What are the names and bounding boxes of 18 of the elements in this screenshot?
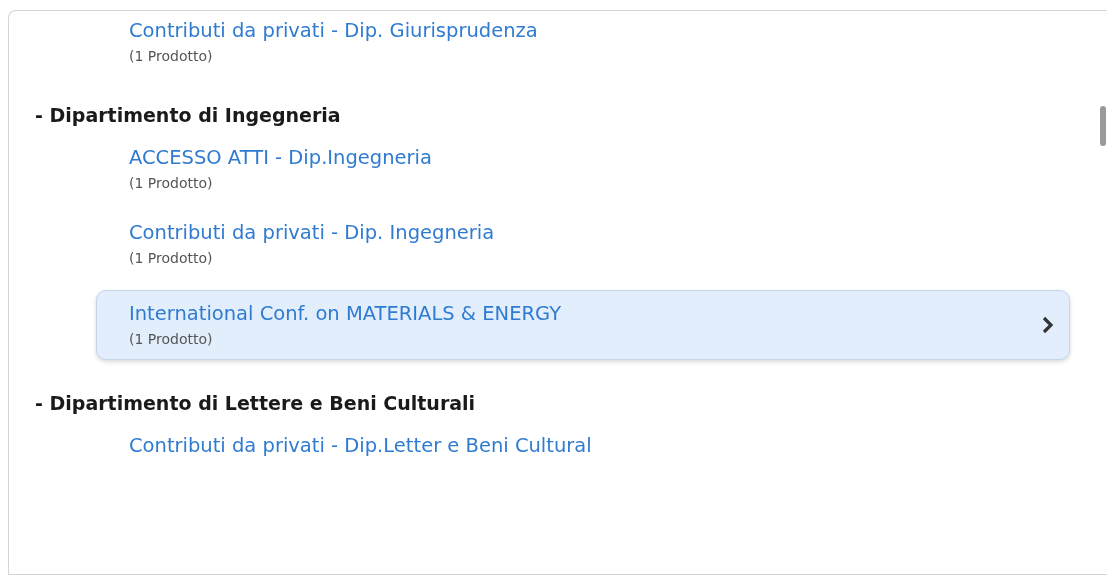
chevron-right-icon xyxy=(1041,316,1055,334)
item-title: International Conf. on MATERIALS & ENERGY xyxy=(129,301,562,327)
product-count: (1 Prodotto) xyxy=(129,47,214,66)
item-title: Contributi da privati - Dip. Giurisprudenza xyxy=(129,18,538,44)
list-item[interactable]: Contributi da privati - Dip. Ingegneria (1 Prodotto) xyxy=(96,215,1070,274)
list-item[interactable]: International Conf. on MATERIALS & ENERGY (1 Prodotto) xyxy=(96,290,1070,360)
list-item[interactable]: Contributi da privati - Dip. Giurisprudenza (1 Prodotto) xyxy=(96,13,1070,72)
product-count: (1 Prodotto) xyxy=(129,174,214,193)
scrollbar-thumb[interactable] xyxy=(1100,106,1106,146)
item-title: ACCESSO ATTI - Dip.Ingegneria xyxy=(129,145,432,171)
item-title: Contributi da privati - Dip. Ingegneria xyxy=(129,220,495,246)
item-title: Contributi da privati - Dip.Letter e Beni Cultural xyxy=(129,433,592,459)
department-heading: - Dipartimento di Lettere e Beni Culturali xyxy=(35,391,477,416)
product-count: (1 Prodotto) xyxy=(129,249,214,268)
list-item[interactable]: ACCESSO ATTI - Dip.Ingegneria (1 Prodotto) xyxy=(96,140,1070,199)
list-item[interactable]: Contributi da privati - Dip.Letter e Beni Cultural xyxy=(96,428,1070,465)
product-count: (1 Prodotto) xyxy=(129,330,214,349)
department-heading: - Dipartimento di Ingegneria xyxy=(35,103,342,128)
